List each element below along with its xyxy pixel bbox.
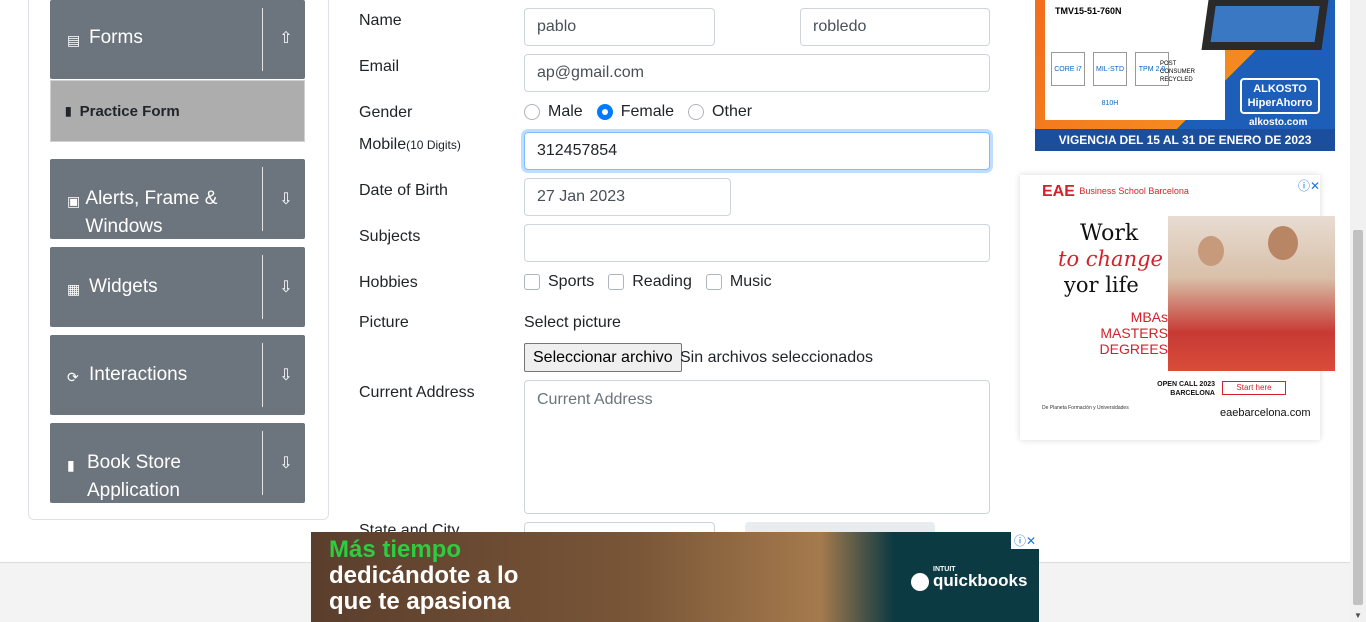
eae-logo: EAE Business School Barcelona	[1042, 183, 1189, 201]
sidebar-group-book-store[interactable]: ▮ Book Store Application ⇩	[50, 423, 305, 503]
current-address-label: Current Address	[359, 384, 475, 401]
sidebar-group-forms[interactable]: ▤ Forms ⇧	[50, 0, 305, 79]
radio-male[interactable]	[524, 104, 540, 120]
first-name-input[interactable]: pablo	[524, 8, 715, 46]
email-input[interactable]: ap@gmail.com	[524, 54, 990, 92]
widgets-icon: ▦	[67, 281, 81, 297]
window-icon: ▣	[67, 193, 81, 209]
gender-radio-group: Male Female Other	[524, 103, 766, 121]
sidebar-group-widgets[interactable]: ▦ Widgets ⇩	[50, 247, 305, 327]
ad-close-icon[interactable]: ⓘ✕	[1298, 177, 1320, 194]
hobby-music-option[interactable]: Music	[705, 273, 772, 291]
mobile-label: Mobile(10 Digits)	[359, 136, 461, 153]
name-label: Name	[359, 12, 402, 29]
sidebar-group-label: Interactions	[89, 364, 188, 385]
sidebar-group-label: Alerts, Frame & Windows	[85, 188, 218, 237]
books-icon: ▮	[67, 457, 75, 473]
alkosto-ad[interactable]: TMV15-51-760N CORE i7 MIL-STD 810H TPM 2…	[1035, 0, 1335, 151]
radio-other[interactable]	[688, 104, 705, 120]
last-name-input[interactable]: robledo	[800, 8, 990, 46]
subjects-label: Subjects	[359, 228, 421, 245]
expand-arrow-icon[interactable]: ⇩	[275, 365, 297, 387]
collapse-arrow-icon[interactable]: ⇧	[275, 28, 297, 50]
sidebar-item-practice-form[interactable]: ▮ Practice Form	[50, 80, 305, 142]
laptop-image	[1201, 0, 1329, 50]
radio-female[interactable]	[596, 104, 613, 120]
page-scrollbar[interactable]: ▼	[1350, 0, 1366, 622]
milstd-badge: MIL-STD 810H	[1093, 52, 1127, 107]
gender-label: Gender	[359, 104, 413, 121]
intel-badge: CORE i7	[1051, 52, 1085, 86]
gender-female-option[interactable]: Female	[596, 103, 674, 121]
sidebar-item-label: Practice Form	[79, 102, 180, 120]
email-label: Email	[359, 58, 400, 75]
scroll-down-icon[interactable]: ▼	[1354, 611, 1362, 620]
checkbox-music[interactable]	[705, 274, 722, 290]
expand-arrow-icon[interactable]: ⇩	[275, 277, 297, 299]
expand-arrow-icon[interactable]: ⇩	[275, 453, 297, 475]
sidebar-group-interactions[interactable]: ⟳ Interactions ⇩	[50, 335, 305, 415]
quickbooks-ad[interactable]: Más tiempo dedicándote a lo que te apasi…	[311, 532, 1039, 622]
mobile-input[interactable]: 312457854	[524, 132, 990, 170]
file-status: Sin archivos seleccionados	[680, 349, 873, 366]
scrollbar-thumb[interactable]	[1353, 230, 1363, 605]
quickbooks-logo: INTUIT quickbooks	[911, 566, 1027, 591]
checkbox-sports[interactable]	[524, 274, 540, 290]
dob-input[interactable]: 27 Jan 2023	[524, 178, 731, 216]
hobbies-group: Sports Reading Music	[524, 273, 786, 291]
hobby-reading-option[interactable]: Reading	[608, 273, 692, 291]
choose-file-button[interactable]: Seleccionar archivo	[524, 343, 682, 372]
hobby-sports-option[interactable]: Sports	[524, 273, 594, 291]
document-icon: ▤	[67, 32, 81, 48]
sidebar-group-alerts[interactable]: ▣ Alerts, Frame & Windows ⇩	[50, 159, 305, 239]
sidebar-group-label: Widgets	[89, 276, 158, 297]
sidebar-group-label: Forms	[89, 27, 143, 48]
select-picture-label: Select picture	[524, 314, 621, 331]
mobile-hint: (10 Digits)	[406, 138, 461, 152]
expand-arrow-icon[interactable]: ⇩	[275, 189, 297, 211]
hobbies-label: Hobbies	[359, 274, 418, 291]
current-address-textarea[interactable]: Current Address	[524, 380, 990, 514]
dob-label: Date of Birth	[359, 182, 448, 199]
ad-photo	[1168, 216, 1335, 371]
gender-other-option[interactable]: Other	[688, 103, 752, 121]
subjects-input[interactable]	[524, 224, 990, 262]
start-here-button[interactable]: Start here	[1222, 381, 1286, 395]
alkosto-logo: ALKOSTO HiperAhorro	[1240, 78, 1320, 114]
html5-icon: ▮	[65, 104, 72, 118]
picture-label: Picture	[359, 314, 409, 331]
sidebar-group-label: Book Store Application	[87, 452, 181, 501]
eae-ad[interactable]: EAE Business School Barcelona ⓘ✕ Work to…	[1020, 175, 1335, 440]
ad-close-icon[interactable]: ⓘ✕	[1010, 532, 1039, 549]
checkbox-reading[interactable]	[608, 274, 625, 290]
sync-icon: ⟳	[67, 369, 79, 385]
gender-male-option[interactable]: Male	[524, 103, 583, 121]
